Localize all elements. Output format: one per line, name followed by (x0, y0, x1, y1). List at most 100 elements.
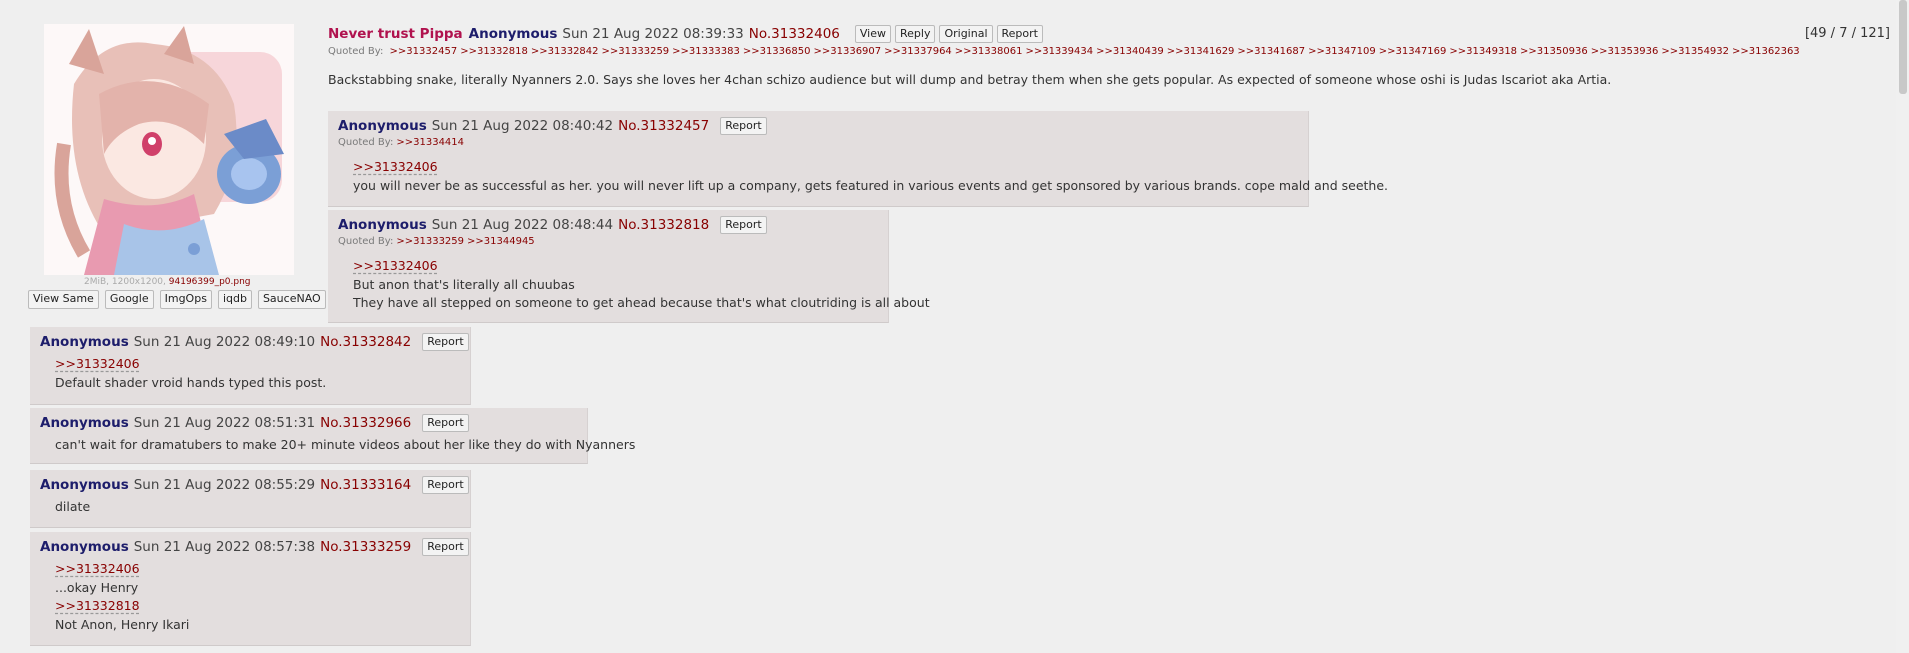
poster-name: Anonymous (40, 334, 129, 350)
scrollbar[interactable] (1896, 0, 1909, 653)
quote-link[interactable]: >>31341687 (1237, 46, 1305, 57)
reply-post: Anonymous Sun 21 Aug 2022 08:48:44 No.3133… (328, 210, 930, 323)
quote-link[interactable]: >>31332457 (390, 46, 458, 57)
report-button[interactable]: Report (422, 414, 469, 432)
image-search-buttons: View Same Google ImgOps iqdb SauceNAO (28, 290, 354, 309)
quote-link[interactable]: >>31341629 (1167, 46, 1235, 57)
iqdb-button[interactable]: iqdb (217, 290, 252, 309)
poster-name: Anonymous (338, 118, 427, 134)
post-number[interactable]: No.31332818 (618, 217, 709, 233)
original-button[interactable]: Original (939, 25, 993, 43)
reply-header: Anonymous Sun 21 Aug 2022 08:57:38 No.3133… (40, 538, 469, 556)
quote-link[interactable]: >>31362363 (1732, 46, 1800, 57)
quote-link[interactable]: >>31337964 (884, 46, 952, 57)
quote-link[interactable]: >>31333383 (672, 46, 740, 57)
report-button[interactable]: Report (720, 216, 767, 234)
text-line: But anon that's literally all chuubas (353, 276, 575, 292)
poster-name: Anonymous (40, 415, 129, 431)
text-line: They have all stepped on someone to get … (353, 295, 930, 310)
post-text: Backstabbing snake, literally Nyanners 2… (328, 72, 1612, 87)
imgops-button[interactable]: ImgOps (159, 290, 212, 309)
view-same-button[interactable]: View Same (28, 290, 99, 309)
post-date: Sun 21 Aug 2022 08:55:29 (133, 477, 316, 493)
quote-link[interactable]: >>31333259 (396, 236, 464, 247)
quote-link[interactable]: >>31332406 (55, 355, 326, 374)
text-line: Default shader vroid hands typed this po… (55, 374, 327, 390)
quoted-by: Quoted By: >>31333259 >>31344945 (338, 236, 535, 247)
post-date: Sun 21 Aug 2022 08:51:31 (133, 415, 316, 431)
quote-link[interactable]: >>31334414 (396, 137, 464, 148)
quoted-by-label: Quoted By: (328, 46, 384, 57)
post-number[interactable]: No.31332966 (320, 415, 411, 431)
saucenao-button[interactable]: SauceNAO (257, 290, 326, 309)
reply-post: Anonymous Sun 21 Aug 2022 08:51:31 No.3133… (30, 408, 635, 464)
reply-post: Anonymous Sun 21 Aug 2022 08:57:38 No.3133… (30, 532, 471, 646)
report-button[interactable]: Report (720, 117, 767, 135)
report-button[interactable]: Report (422, 333, 469, 351)
quote-link[interactable]: >>31347109 (1308, 46, 1376, 57)
report-button[interactable]: Report (422, 538, 469, 556)
quoted-by: Quoted By: >>31332457 >>31332818 >>3133284… (328, 46, 1800, 57)
poster-name: Anonymous (40, 539, 129, 555)
reply-header: Anonymous Sun 21 Aug 2022 08:55:29 No.3133… (40, 476, 469, 494)
post-date: Sun 21 Aug 2022 08:39:33 (562, 26, 744, 42)
quote-link[interactable]: >>31332406 (55, 560, 189, 579)
reply-text: dilate (55, 498, 90, 517)
reply-text: >>31332406 Default shader vroid hands typ… (55, 355, 326, 392)
text-line: can't wait for dramatubers to make 20+ m… (55, 437, 636, 452)
op-header: Never trust Pippa Anonymous Sun 21 Aug 2… (328, 25, 1043, 43)
reply-text: >>31332406 you will never be as successfu… (353, 158, 1388, 195)
quote-link[interactable]: >>31344945 (467, 236, 535, 247)
image-filename[interactable]: 94196399_p0.png (169, 277, 251, 287)
quote-link[interactable]: >>31332406 (353, 257, 930, 276)
post-date: Sun 21 Aug 2022 08:57:38 (133, 539, 316, 555)
poster-name: Anonymous (338, 217, 427, 233)
report-button[interactable]: Report (996, 25, 1043, 43)
anime-girl-illustration (44, 24, 294, 275)
reply-text: can't wait for dramatubers to make 20+ m… (55, 436, 635, 455)
text-line: ...okay Henry (55, 579, 139, 595)
view-button[interactable]: View (854, 25, 891, 43)
quote-link[interactable]: >>31336907 (813, 46, 881, 57)
reply-header: Anonymous Sun 21 Aug 2022 08:40:42 No.3133… (338, 117, 767, 135)
quoted-by-label: Quoted By: (338, 137, 394, 148)
quote-link[interactable]: >>31332406 (353, 158, 1388, 177)
quote-link[interactable]: >>31338061 (955, 46, 1023, 57)
post-number[interactable]: No.31332842 (320, 334, 411, 350)
reply-post: Anonymous Sun 21 Aug 2022 08:55:29 No.3133… (30, 470, 471, 528)
quote-link[interactable]: >>31332818 (55, 597, 189, 616)
quote-link[interactable]: >>31336850 (743, 46, 811, 57)
quote-link[interactable]: >>31339434 (1025, 46, 1093, 57)
quote-link[interactable]: >>31332818 (460, 46, 528, 57)
reply-text: >>31332406 ...okay Henry >>31332818 Not Ano… (55, 560, 189, 634)
post-date: Sun 21 Aug 2022 08:49:10 (133, 334, 316, 350)
quote-link[interactable]: >>31340439 (1096, 46, 1164, 57)
reply-header: Anonymous Sun 21 Aug 2022 08:49:10 No.3133… (40, 333, 469, 351)
reply-button[interactable]: Reply (894, 25, 936, 43)
poster-name: Anonymous (40, 477, 129, 493)
quoted-by-label: Quoted By: (338, 236, 394, 247)
post-date: Sun 21 Aug 2022 08:48:44 (431, 217, 614, 233)
quote-link[interactable]: >>31353936 (1591, 46, 1659, 57)
scrollbar-thumb[interactable] (1899, 0, 1907, 94)
quote-link[interactable]: >>31354932 (1661, 46, 1729, 57)
reply-header: Anonymous Sun 21 Aug 2022 08:48:44 No.3133… (338, 216, 767, 234)
quote-link[interactable]: >>31333259 (602, 46, 670, 57)
image-size-text: 2MiB, 1200x1200, (84, 277, 166, 287)
post-number[interactable]: No.31333259 (320, 539, 411, 555)
post-number[interactable]: No.31333164 (320, 477, 411, 493)
quote-link[interactable]: >>31332842 (531, 46, 599, 57)
post-number[interactable]: No.31332457 (618, 118, 709, 134)
reply-post: Anonymous Sun 21 Aug 2022 08:49:10 No.3133… (30, 327, 471, 405)
report-button[interactable]: Report (422, 476, 469, 494)
post-number[interactable]: No.31332406 (749, 26, 840, 42)
poster-name: Anonymous (468, 26, 558, 42)
text-line: dilate (55, 499, 91, 514)
quoted-by: Quoted By: >>31334414 (338, 137, 464, 148)
reply-header: Anonymous Sun 21 Aug 2022 08:51:31 No.3133… (40, 414, 469, 432)
quote-link[interactable]: >>31349318 (1449, 46, 1517, 57)
quote-link[interactable]: >>31350936 (1520, 46, 1588, 57)
op-thumbnail[interactable] (44, 24, 294, 275)
quote-link[interactable]: >>31347169 (1379, 46, 1447, 57)
google-button[interactable]: Google (104, 290, 154, 309)
